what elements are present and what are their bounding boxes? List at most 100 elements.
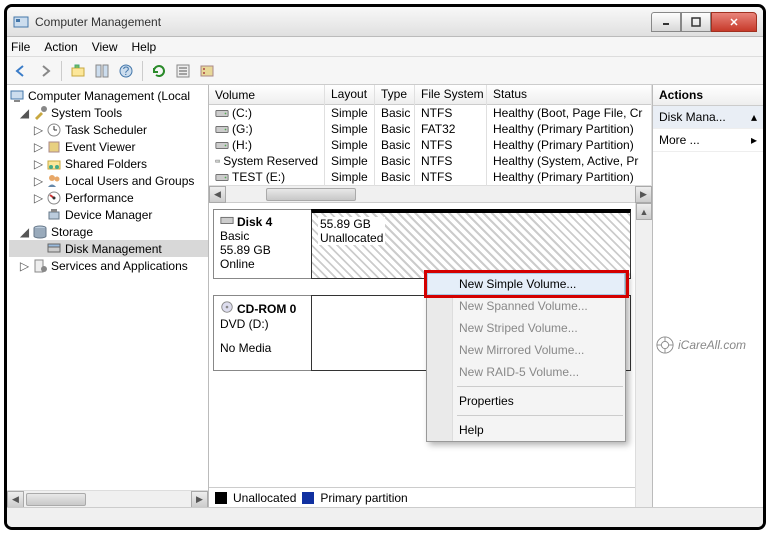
tree-root[interactable]: Computer Management (Local [9, 87, 208, 104]
forward-button[interactable] [35, 61, 55, 81]
tree-shared-folders[interactable]: ▷Shared Folders [9, 155, 208, 172]
expand-icon[interactable]: ▷ [33, 141, 44, 152]
drive-icon [215, 124, 229, 134]
disk-icon [220, 214, 234, 229]
disk-mgmt-icon [46, 241, 62, 257]
action-disk-management[interactable]: Disk Mana... ▴ [653, 106, 763, 129]
ctx-properties[interactable]: Properties [427, 390, 625, 412]
users-icon [46, 173, 62, 189]
chevron-up-icon: ▴ [751, 110, 757, 124]
scroll-up-icon[interactable]: ▲ [636, 203, 652, 220]
disk-4-header: Disk 4 Basic 55.89 GB Online [213, 209, 311, 279]
legend-bar: Unallocated Primary partition [209, 487, 635, 507]
table-row[interactable]: (H:)SimpleBasicNTFSHealthy (Primary Part… [209, 137, 652, 153]
drive-icon [215, 140, 229, 150]
ctx-new-mirrored-volume: New Mirrored Volume... [427, 339, 625, 361]
table-hscroll[interactable]: ◀ ▶ [209, 185, 652, 202]
table-row[interactable]: System ReservedSimpleBasicNTFSHealthy (S… [209, 153, 652, 169]
menu-action[interactable]: Action [44, 40, 77, 54]
tree-local-users[interactable]: ▷Local Users and Groups [9, 172, 208, 189]
help-button[interactable]: ? [116, 61, 136, 81]
table-row[interactable]: (C:)SimpleBasicNTFSHealthy (Boot, Page F… [209, 105, 652, 121]
tree-event-viewer[interactable]: ▷Event Viewer [9, 138, 208, 155]
minimize-button[interactable] [651, 12, 681, 32]
chevron-right-icon: ▸ [751, 133, 757, 147]
close-button[interactable] [711, 12, 757, 32]
tree-task-scheduler[interactable]: ▷Task Scheduler [9, 121, 208, 138]
tree-hscroll[interactable]: ◀ ▶ [7, 490, 208, 507]
titlebar[interactable]: Computer Management [7, 7, 763, 37]
list-button[interactable] [197, 61, 217, 81]
expand-icon[interactable]: ▷ [33, 175, 44, 186]
table-header: Volume Layout Type File System Status [209, 85, 652, 105]
ctx-new-spanned-volume: New Spanned Volume... [427, 295, 625, 317]
actions-header: Actions [653, 85, 763, 106]
svg-text:?: ? [123, 64, 130, 78]
tree-services[interactable]: ▷Services and Applications [9, 257, 208, 274]
scroll-left-icon[interactable]: ◀ [7, 491, 24, 508]
tools-icon [32, 105, 48, 121]
collapse-icon[interactable]: ◢ [19, 226, 30, 237]
tree-storage[interactable]: ◢Storage [9, 223, 208, 240]
scroll-right-icon[interactable]: ▶ [635, 186, 652, 203]
expand-icon[interactable]: ▷ [33, 158, 44, 169]
tree-system-tools[interactable]: ◢ System Tools [9, 104, 208, 121]
scroll-thumb[interactable] [266, 188, 356, 201]
computer-icon [9, 88, 25, 104]
window-title: Computer Management [35, 15, 651, 29]
menu-view[interactable]: View [92, 40, 118, 54]
disk-4-partition[interactable]: 55.89 GB Unallocated [311, 209, 631, 279]
device-icon [46, 207, 62, 223]
statusbar [7, 507, 763, 527]
tree-performance[interactable]: ▷Performance [9, 189, 208, 206]
scroll-thumb[interactable] [26, 493, 86, 506]
tree-disk-management[interactable]: Disk Management [9, 240, 208, 257]
ctx-help[interactable]: Help [427, 419, 625, 441]
context-menu: New Simple Volume... New Spanned Volume.… [426, 272, 626, 442]
col-filesystem[interactable]: File System [415, 85, 487, 104]
action-more[interactable]: More ... ▸ [653, 129, 763, 152]
expand-icon[interactable]: ▷ [33, 124, 44, 135]
table-row[interactable]: TEST (E:)SimpleBasicNTFSHealthy (Primary… [209, 169, 652, 185]
col-layout[interactable]: Layout [325, 85, 375, 104]
ctx-new-raid5-volume: New RAID-5 Volume... [427, 361, 625, 383]
legend-primary-swatch [302, 492, 314, 504]
actions-pane: Actions Disk Mana... ▴ More ... ▸ [653, 85, 763, 507]
tree-device-manager[interactable]: Device Manager [9, 206, 208, 223]
ctx-new-striped-volume: New Striped Volume... [427, 317, 625, 339]
refresh-button[interactable] [149, 61, 169, 81]
clock-icon [46, 122, 62, 138]
legend-primary-label: Primary partition [320, 491, 407, 505]
maximize-button[interactable] [681, 12, 711, 32]
app-icon [13, 14, 29, 30]
col-type[interactable]: Type [375, 85, 415, 104]
cdrom-icon [220, 300, 234, 317]
up-button[interactable] [68, 61, 88, 81]
toolbar: ? [7, 57, 763, 85]
table-row[interactable]: (G:)SimpleBasicFAT32Healthy (Primary Par… [209, 121, 652, 137]
col-status[interactable]: Status [487, 85, 652, 104]
performance-icon [46, 190, 62, 206]
shared-icon [46, 156, 62, 172]
scroll-left-icon[interactable]: ◀ [209, 186, 226, 203]
back-button[interactable] [11, 61, 31, 81]
scroll-right-icon[interactable]: ▶ [191, 491, 208, 508]
drive-icon [215, 172, 229, 182]
volume-table: Volume Layout Type File System Status (C… [209, 85, 652, 203]
settings-button[interactable] [173, 61, 193, 81]
expand-icon[interactable]: ▷ [19, 260, 30, 271]
ctx-new-simple-volume[interactable]: New Simple Volume... [427, 273, 625, 295]
tree-pane: Computer Management (Local ◢ System Tool… [7, 85, 209, 507]
expand-icon[interactable]: ▷ [33, 192, 44, 203]
menu-file[interactable]: File [11, 40, 30, 54]
cdrom-header: CD-ROM 0 DVD (D:) No Media [213, 295, 311, 371]
collapse-icon[interactable]: ◢ [19, 107, 30, 118]
graphic-vscroll[interactable]: ▲ [635, 203, 652, 507]
drive-icon [215, 108, 229, 118]
col-volume[interactable]: Volume [209, 85, 325, 104]
event-icon [46, 139, 62, 155]
legend-unallocated-swatch [215, 492, 227, 504]
menu-help[interactable]: Help [132, 40, 157, 54]
show-hide-button[interactable] [92, 61, 112, 81]
disk-4-block[interactable]: Disk 4 Basic 55.89 GB Online 55.89 GB Un… [213, 209, 631, 279]
